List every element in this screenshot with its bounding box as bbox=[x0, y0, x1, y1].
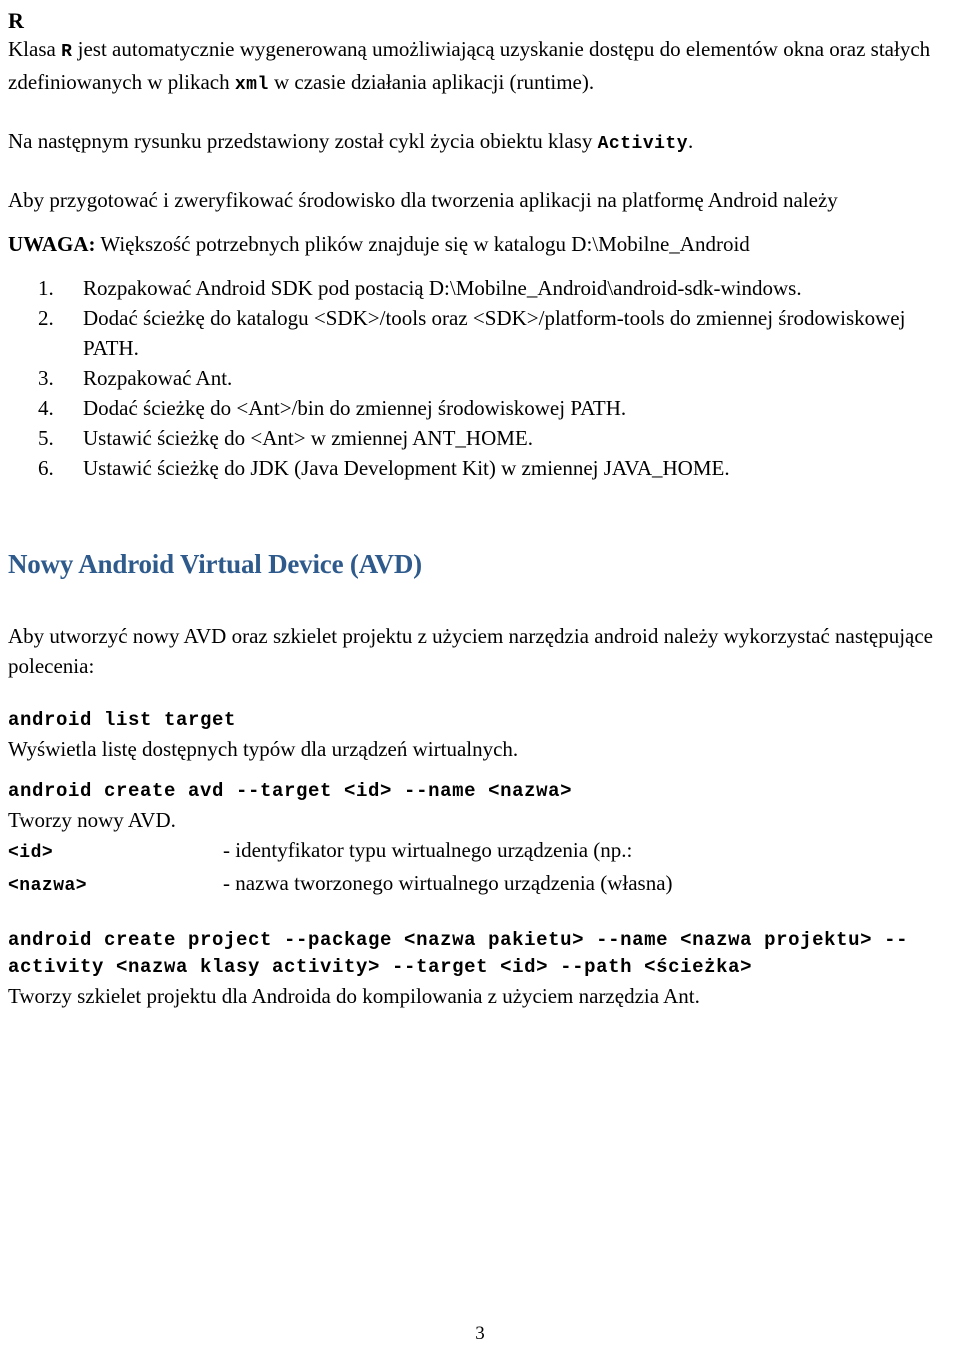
inline-code-xml: xml bbox=[234, 75, 269, 95]
definition-description: - nazwa tworzonego wirtualnego urządzeni… bbox=[223, 871, 673, 895]
setup-steps-list: Rozpakować Android SDK pod postacią D:\M… bbox=[8, 273, 952, 483]
definition-description: - identyfikator typu wirtualnego urządze… bbox=[223, 838, 633, 862]
command-create-project-description: Tworzy szkielet projektu dla Androida do… bbox=[8, 984, 700, 1008]
section-heading-avd: Nowy Android Virtual Device (AVD) bbox=[8, 549, 422, 579]
paragraph-1-part-3: w czasie działania aplikacji (runtime). bbox=[268, 70, 595, 94]
paragraph-r-description: Klasa R jest automatycznie wygenerowaną … bbox=[8, 34, 952, 100]
paragraph-1-part-1: Klasa bbox=[8, 37, 62, 61]
command-list-target: android list target bbox=[8, 709, 237, 731]
list-item: Rozpakować Android SDK pod postacią D:\M… bbox=[38, 273, 802, 303]
definition-row: <nazwa> - nazwa tworzonego wirtualnego u… bbox=[8, 868, 952, 901]
command-create-avd-description: Tworzy nowy AVD. bbox=[8, 808, 176, 832]
paragraph-2-part-2: . bbox=[688, 129, 694, 153]
list-item: Dodać ścieżkę do <Ant>/bin do zmiennej ś… bbox=[38, 393, 627, 423]
parameter-definitions: <id> - identyfikator typu wirtualnego ur… bbox=[8, 835, 952, 901]
paragraph-2-part-1: Na następnym rysunku przedstawiony zosta… bbox=[8, 129, 598, 153]
command-create-project: android create project --package <nazwa … bbox=[8, 929, 909, 978]
heading-r: R bbox=[8, 8, 24, 33]
definition-row: <id> - identyfikator typu wirtualnego ur… bbox=[8, 835, 952, 868]
paragraph-activity-lifecycle: Na następnym rysunku przedstawiony zosta… bbox=[8, 126, 952, 159]
paragraph-avd-intro: Aby utworzyć nowy AVD oraz szkielet proj… bbox=[8, 624, 934, 678]
note-label: UWAGA: bbox=[8, 232, 96, 256]
document-body: R Klasa R jest automatycznie wygenerowan… bbox=[8, 8, 952, 1011]
definition-term: <nazwa> bbox=[8, 876, 88, 896]
list-item: Ustawić ścieżkę do <Ant> w zmiennej ANT_… bbox=[38, 423, 534, 453]
list-item: Ustawić ścieżkę do JDK (Java Development… bbox=[38, 453, 730, 483]
command-list-target-description: Wyświetla listę dostępnych typów dla urz… bbox=[8, 737, 519, 761]
note-uwaga: UWAGA: Większość potrzebnych plików znaj… bbox=[8, 229, 952, 259]
note-text: Większość potrzebnych plików znajduje si… bbox=[95, 232, 750, 256]
document-page: R Klasa R jest automatycznie wygenerowan… bbox=[0, 8, 960, 1364]
definition-term: <id> bbox=[8, 843, 54, 863]
paragraph-environment-intro: Aby przygotować i zweryfikować środowisk… bbox=[8, 188, 838, 212]
inline-code-activity: Activity bbox=[597, 134, 689, 154]
page-number: 3 bbox=[475, 1323, 485, 1344]
list-item: Rozpakować Ant. bbox=[38, 363, 233, 393]
command-create-avd: android create avd --target <id> --name … bbox=[8, 780, 573, 802]
inline-code-r: R bbox=[61, 42, 73, 62]
list-item: Dodać ścieżkę do katalogu <SDK>/tools or… bbox=[38, 303, 906, 360]
